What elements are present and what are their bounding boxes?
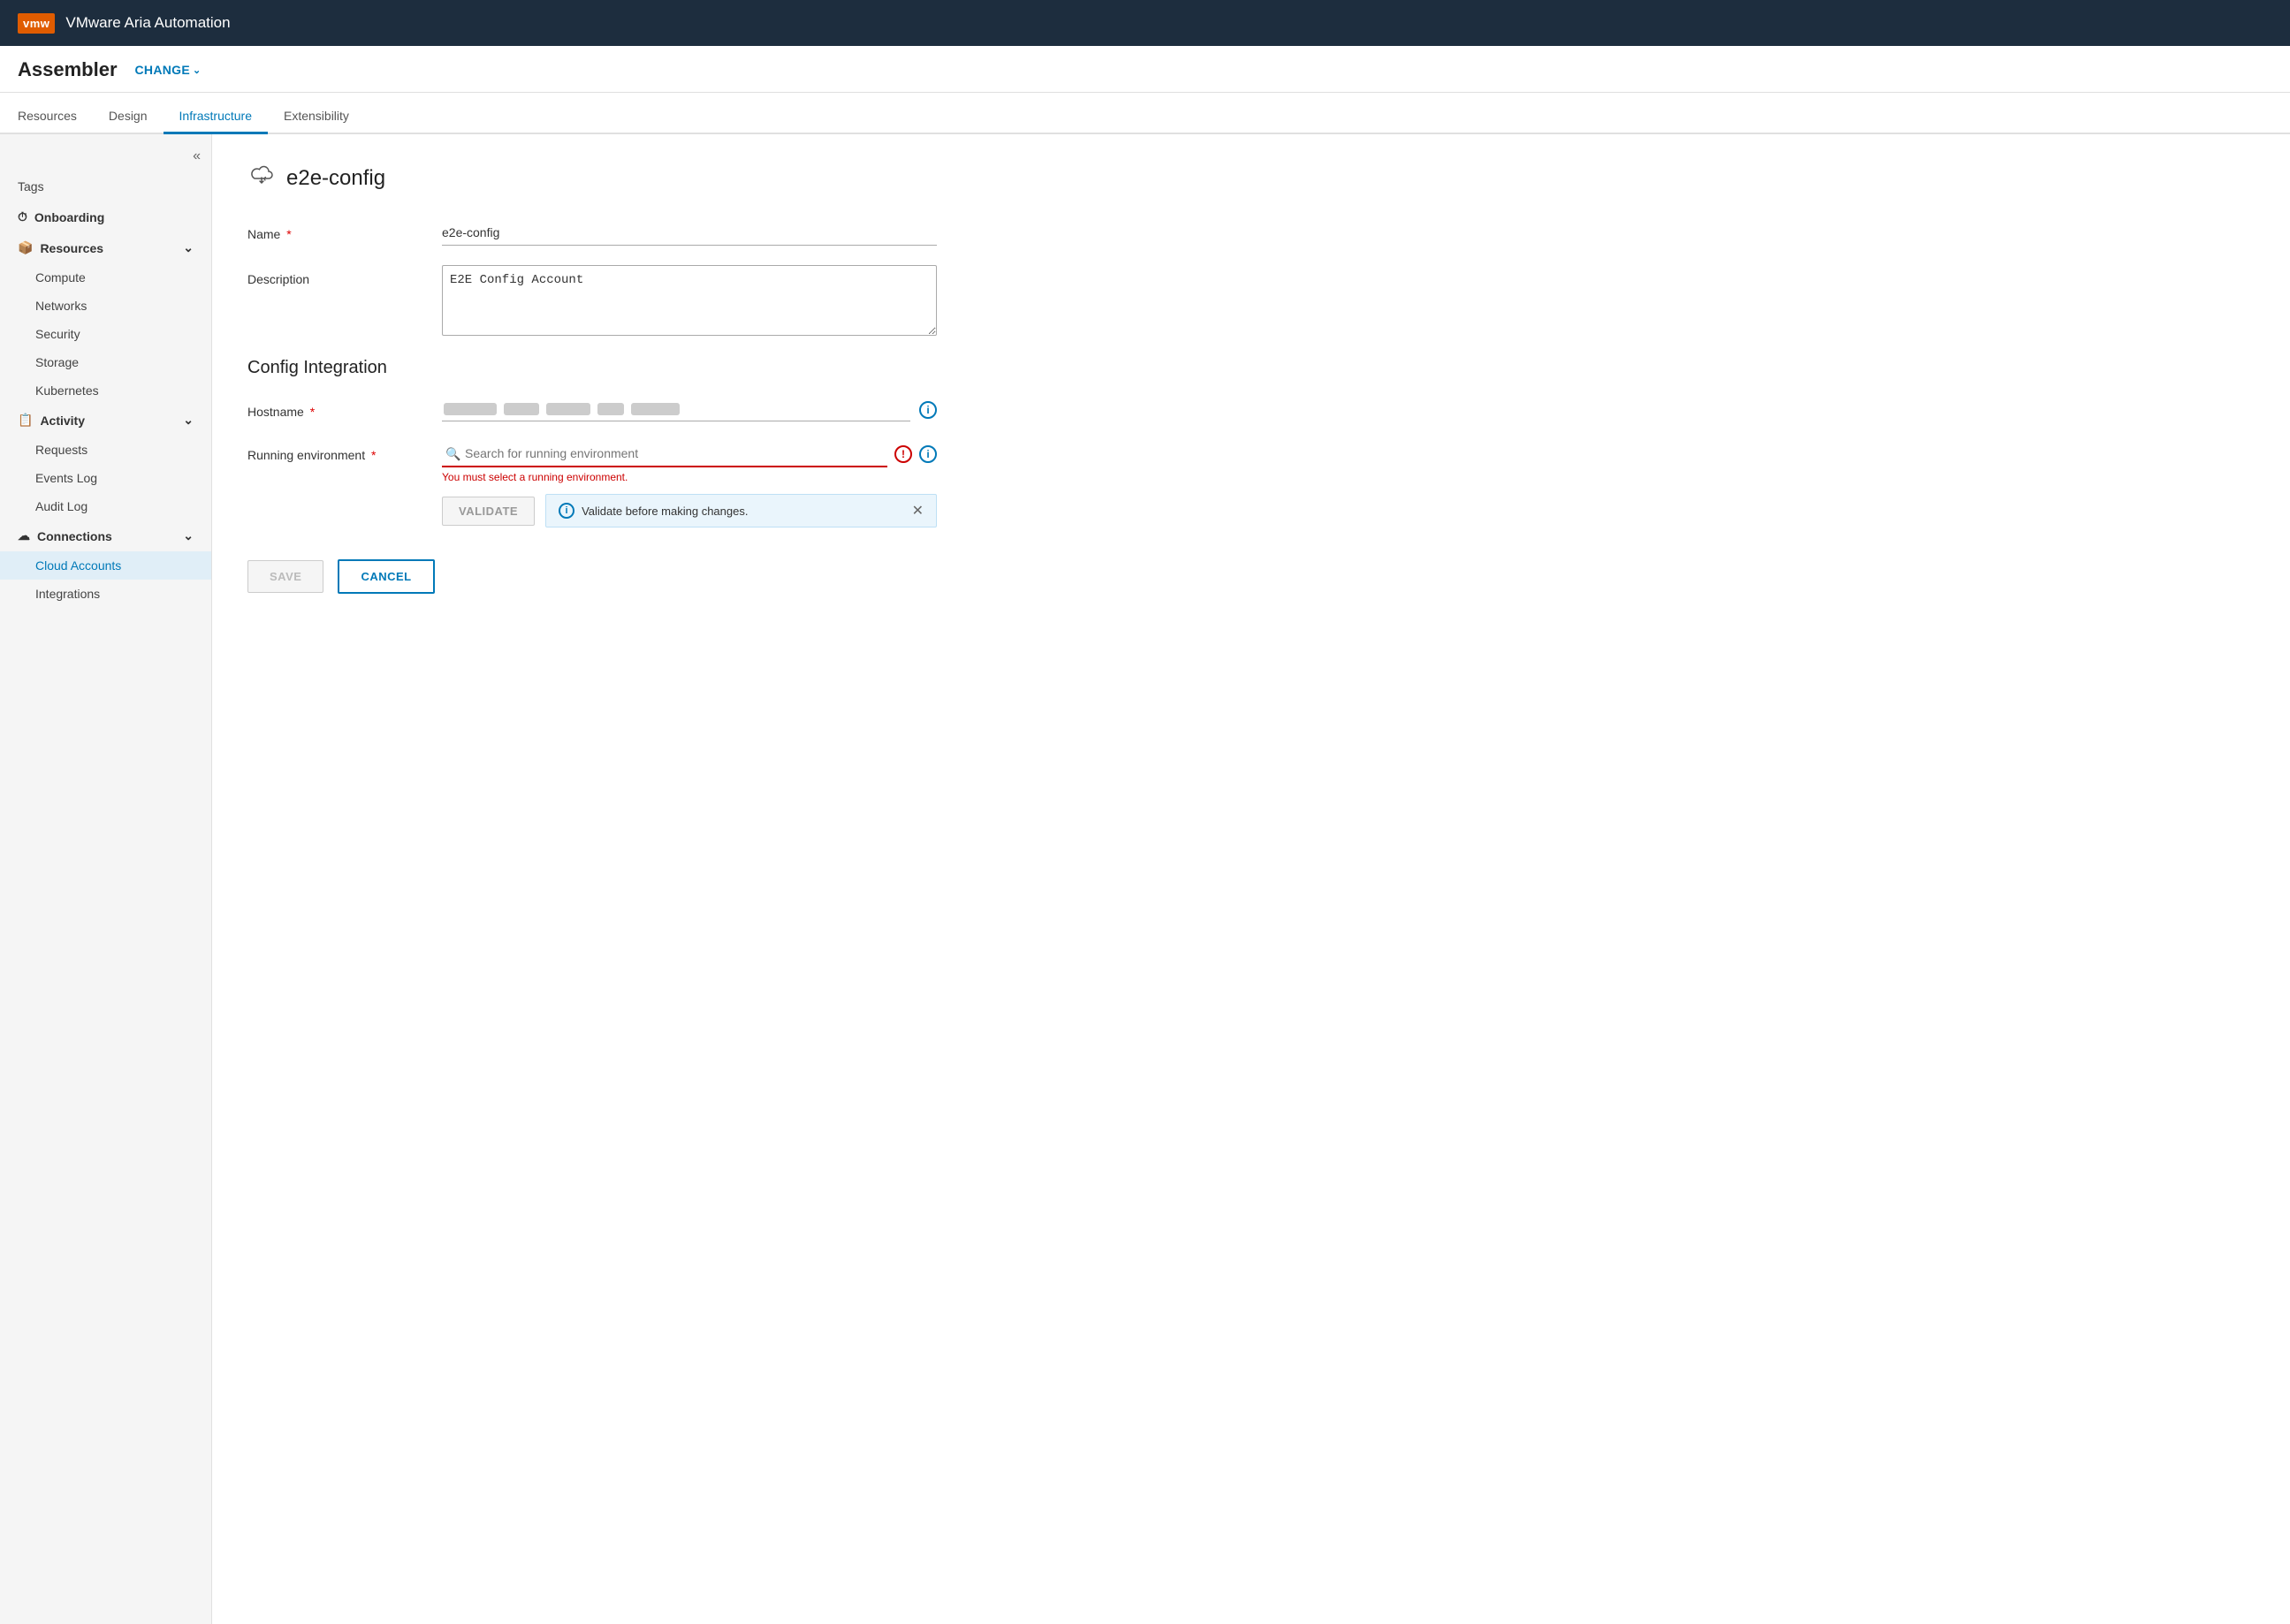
running-env-row: Running environment * 🔍 ! i You must sel… [247, 441, 937, 527]
validate-notice: i Validate before making changes. ✕ [545, 494, 937, 527]
hostname-info-icon[interactable]: i [919, 401, 937, 419]
activity-label: Activity [40, 414, 85, 428]
running-env-required-marker: * [371, 448, 376, 462]
form-section: Name * Description E2E Config Account Co… [247, 220, 937, 594]
onboarding-label: Onboarding [34, 210, 104, 224]
hostname-blur-2 [504, 403, 539, 415]
app-title: VMware Aria Automation [65, 14, 230, 32]
connections-label: Connections [37, 529, 112, 543]
section-title: Config Integration [247, 358, 937, 378]
sidebar-item-requests[interactable]: Requests [0, 436, 211, 464]
sidebar-item-integrations[interactable]: Integrations [0, 580, 211, 608]
description-textarea[interactable]: E2E Config Account [442, 265, 937, 336]
running-env-wrap: 🔍 ! i [442, 441, 937, 467]
hostname-label: Hostname * [247, 398, 442, 419]
validate-notice-close-button[interactable]: ✕ [912, 502, 924, 520]
sidebar-item-tags[interactable]: Tags [0, 171, 211, 201]
search-icon: 🔍 [445, 447, 460, 462]
assembler-label: Assembler [18, 58, 118, 81]
cloud-config-icon [247, 161, 276, 195]
sidebar-item-compute[interactable]: Compute [0, 263, 211, 292]
tab-navigation: Resources Design Infrastructure Extensib… [0, 93, 2290, 134]
vmw-logo: vmw [18, 13, 55, 34]
sidebar-item-connections[interactable]: ☁ Connections ⌄ [0, 520, 211, 551]
running-env-error-msg: You must select a running environment. [442, 471, 937, 483]
change-button[interactable]: CHANGE ⌄ [135, 63, 202, 77]
sidebar-item-audit-log[interactable]: Audit Log [0, 492, 211, 520]
page-heading: e2e-config [247, 161, 2255, 195]
hostname-blur-5 [631, 403, 680, 415]
running-env-search-wrap: 🔍 [442, 441, 887, 467]
name-label: Name * [247, 220, 442, 241]
sidebar-collapse-btn[interactable]: « [0, 141, 211, 171]
description-row: Description E2E Config Account [247, 265, 937, 338]
top-bar: vmw VMware Aria Automation [0, 0, 2290, 46]
validate-row: VALIDATE i Validate before making change… [442, 494, 937, 527]
sidebar: « Tags ⏱ Onboarding 📦 Resources ⌄ Comput… [0, 134, 212, 1624]
tab-infrastructure[interactable]: Infrastructure [164, 102, 268, 134]
page-title: e2e-config [286, 166, 385, 191]
hostname-control: i [442, 398, 937, 421]
save-button[interactable]: SAVE [247, 560, 323, 593]
sidebar-item-storage[interactable]: Storage [0, 348, 211, 376]
validate-button[interactable]: VALIDATE [442, 497, 535, 526]
hostname-blur-4 [597, 403, 624, 415]
name-input[interactable] [442, 220, 937, 246]
collapse-icon[interactable]: « [193, 148, 201, 164]
sidebar-item-networks[interactable]: Networks [0, 292, 211, 320]
sidebar-item-security[interactable]: Security [0, 320, 211, 348]
running-env-control: 🔍 ! i You must select a running environm… [442, 441, 937, 527]
running-env-search-input[interactable] [442, 441, 887, 467]
resources-chevron-icon: ⌄ [183, 240, 194, 255]
sub-header: Assembler CHANGE ⌄ [0, 46, 2290, 93]
content-area: e2e-config Name * Description E2E Conf [212, 134, 2290, 1624]
action-row: SAVE CANCEL [247, 559, 937, 594]
main-layout: « Tags ⏱ Onboarding 📦 Resources ⌄ Comput… [0, 134, 2290, 1624]
tab-nav-inner: Resources Design Infrastructure Extensib… [18, 102, 365, 133]
running-env-error-icon: ! [894, 445, 912, 463]
resources-label: Resources [40, 241, 103, 255]
tab-extensibility[interactable]: Extensibility [268, 102, 365, 134]
hostname-blur-3 [546, 403, 590, 415]
name-control [442, 220, 937, 246]
tab-resources[interactable]: Resources [18, 102, 93, 134]
onboarding-icon: ⏱ [18, 209, 27, 224]
sidebar-item-kubernetes[interactable]: Kubernetes [0, 376, 211, 405]
sidebar-item-onboarding[interactable]: ⏱ Onboarding [0, 201, 211, 232]
chevron-down-icon: ⌄ [193, 65, 202, 76]
validate-notice-text: Validate before making changes. [582, 505, 748, 518]
tags-label: Tags [18, 179, 44, 194]
running-env-label: Running environment * [247, 441, 442, 462]
tab-design[interactable]: Design [93, 102, 164, 134]
sidebar-item-activity[interactable]: 📋 Activity ⌄ [0, 405, 211, 436]
sidebar-item-events-log[interactable]: Events Log [0, 464, 211, 492]
description-label: Description [247, 265, 442, 286]
hostname-value-display [442, 398, 910, 421]
running-env-info-icon[interactable]: i [919, 445, 937, 463]
connections-icon: ☁ [18, 528, 30, 543]
connections-chevron-icon: ⌄ [183, 528, 194, 543]
sidebar-item-cloud-accounts[interactable]: Cloud Accounts [0, 551, 211, 580]
sidebar-item-resources[interactable]: 📦 Resources ⌄ [0, 232, 211, 263]
hostname-required-marker: * [310, 405, 315, 419]
cancel-button[interactable]: CANCEL [338, 559, 434, 594]
name-row: Name * [247, 220, 937, 246]
name-required-marker: * [286, 227, 291, 241]
hostname-wrap: i [442, 398, 937, 421]
hostname-blur-1 [444, 403, 497, 415]
hostname-row: Hostname * i [247, 398, 937, 421]
validate-notice-info-icon: i [559, 503, 574, 519]
activity-icon: 📋 [18, 413, 33, 428]
description-control: E2E Config Account [442, 265, 937, 338]
activity-chevron-icon: ⌄ [183, 413, 194, 428]
resources-icon: 📦 [18, 240, 33, 255]
